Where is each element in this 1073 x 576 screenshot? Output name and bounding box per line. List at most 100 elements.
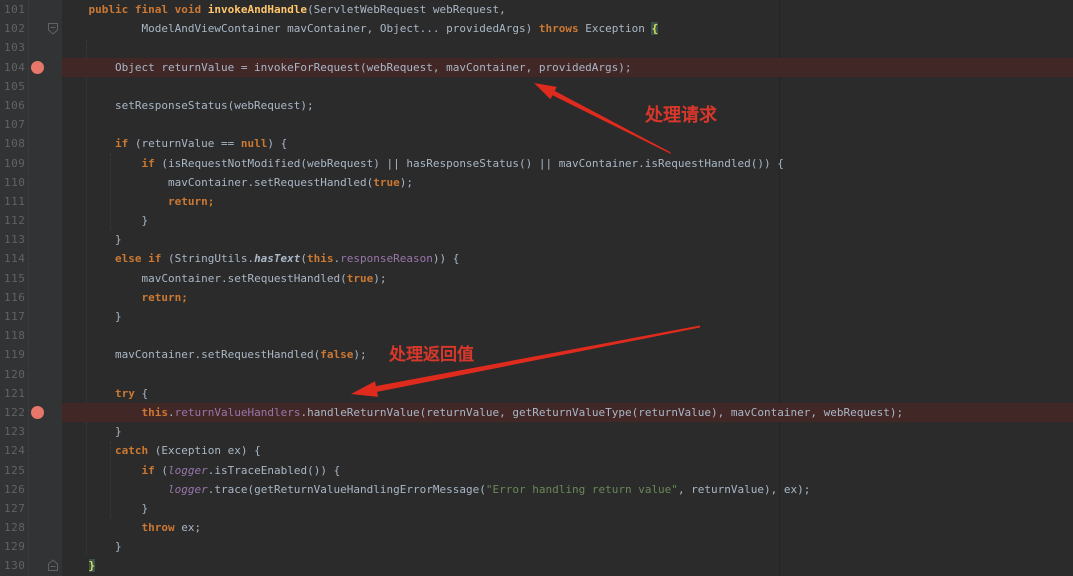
code-line-row: 119 mavContainer.setRequestHandled(false… bbox=[0, 345, 1073, 365]
line-number: 118 bbox=[4, 329, 26, 343]
gutter-cell[interactable]: 116 bbox=[0, 287, 62, 307]
gutter-cell[interactable]: 120 bbox=[0, 364, 62, 384]
code-line[interactable]: mavContainer.setRequestHandled(false); bbox=[62, 345, 1073, 364]
code-line[interactable]: mavContainer.setRequestHandled(true); bbox=[62, 173, 1073, 192]
line-number: 104 bbox=[4, 60, 26, 74]
code-line[interactable]: } bbox=[62, 499, 1073, 518]
code-line[interactable] bbox=[62, 115, 1073, 134]
code-line-row: 101 public final void invokeAndHandle(Se… bbox=[0, 0, 1073, 20]
gutter-cell[interactable]: 101 bbox=[0, 0, 62, 20]
code-line[interactable]: public final void invokeAndHandle(Servle… bbox=[62, 0, 1073, 19]
line-number: 126 bbox=[4, 482, 26, 496]
line-number: 127 bbox=[4, 501, 26, 515]
line-number: 105 bbox=[4, 79, 26, 93]
code-line[interactable]: ModelAndViewContainer mavContainer, Obje… bbox=[62, 19, 1073, 38]
gutter-cell[interactable]: 113 bbox=[0, 230, 62, 250]
code-line-row: 113 } bbox=[0, 230, 1073, 250]
code-line[interactable]: } bbox=[62, 422, 1073, 441]
code-line[interactable] bbox=[62, 365, 1073, 384]
line-number: 108 bbox=[4, 137, 26, 151]
code-line-row: 103 bbox=[0, 38, 1073, 58]
code-line[interactable]: mavContainer.setRequestHandled(true); bbox=[62, 269, 1073, 288]
code-line[interactable]: if (logger.isTraceEnabled()) { bbox=[62, 461, 1073, 480]
gutter-cell[interactable]: 102 bbox=[0, 19, 62, 39]
code-line[interactable]: return; bbox=[62, 288, 1073, 307]
gutter-cell[interactable]: 115 bbox=[0, 268, 62, 288]
line-number: 130 bbox=[4, 559, 26, 573]
gutter-cell[interactable]: 107 bbox=[0, 115, 62, 135]
code-line-row: 127 } bbox=[0, 498, 1073, 519]
line-number: 122 bbox=[4, 405, 26, 419]
gutter-cell[interactable]: 126 bbox=[0, 479, 62, 499]
gutter-cell[interactable]: 124 bbox=[0, 441, 62, 461]
code-line[interactable]: setResponseStatus(webRequest); bbox=[62, 96, 1073, 115]
code-line[interactable]: try { bbox=[62, 384, 1073, 403]
code-line[interactable] bbox=[62, 326, 1073, 345]
line-number: 112 bbox=[4, 214, 26, 228]
gutter-cell[interactable]: 117 bbox=[0, 307, 62, 327]
code-line[interactable]: logger.trace(getReturnValueHandlingError… bbox=[62, 480, 1073, 499]
gutter-cell[interactable]: 125 bbox=[0, 460, 62, 480]
code-line[interactable]: } bbox=[62, 556, 1073, 575]
code-line[interactable]: } bbox=[62, 537, 1073, 556]
fold-marker-icon[interactable] bbox=[47, 559, 59, 572]
gutter-cell[interactable]: 111 bbox=[0, 191, 62, 212]
gutter-cell[interactable]: 129 bbox=[0, 537, 62, 557]
gutter-cell[interactable]: 109 bbox=[0, 153, 62, 173]
breakpoint-icon[interactable] bbox=[31, 406, 44, 420]
code-line[interactable]: if (returnValue == null) { bbox=[62, 134, 1073, 153]
gutter-cell[interactable]: 104 bbox=[0, 57, 62, 77]
line-number: 117 bbox=[4, 310, 26, 323]
code-line[interactable]: } bbox=[62, 211, 1073, 230]
line-number: 111 bbox=[4, 194, 26, 208]
fold-marker-icon[interactable] bbox=[47, 22, 59, 35]
gutter-cell[interactable]: 122 bbox=[0, 402, 62, 423]
gutter-cell[interactable]: 130 bbox=[0, 556, 62, 576]
code-line[interactable] bbox=[62, 38, 1073, 57]
code-line[interactable]: catch (Exception ex) { bbox=[62, 441, 1073, 460]
gutter-cell[interactable]: 127 bbox=[0, 498, 62, 519]
gutter-cell[interactable]: 114 bbox=[0, 249, 62, 269]
code-line-row: 111 return; bbox=[0, 191, 1073, 212]
line-number: 116 bbox=[4, 290, 26, 304]
code-line-row: 125 if (logger.isTraceEnabled()) { bbox=[0, 460, 1073, 480]
line-number: 113 bbox=[4, 233, 26, 247]
gutter-cell[interactable]: 121 bbox=[0, 383, 62, 403]
code-line-row: 123 } bbox=[0, 422, 1073, 442]
gutter-cell[interactable]: 119 bbox=[0, 345, 62, 365]
line-number: 107 bbox=[4, 118, 26, 132]
code-line-row: 102 ModelAndViewContainer mavContainer, … bbox=[0, 19, 1073, 39]
gutter-cell[interactable]: 123 bbox=[0, 422, 62, 442]
code-line-row: 104 Object returnValue = invokeForReques… bbox=[0, 57, 1073, 77]
code-line[interactable]: this.returnValueHandlers.handleReturnVal… bbox=[62, 402, 1073, 423]
line-number: 121 bbox=[4, 386, 26, 400]
line-number: 102 bbox=[4, 22, 26, 36]
line-number: 128 bbox=[4, 521, 26, 535]
line-number: 114 bbox=[4, 252, 26, 266]
gutter-separator bbox=[28, 0, 29, 576]
annotation-text-request: 处理请求 bbox=[645, 105, 717, 126]
gutter-cell[interactable]: 103 bbox=[0, 38, 62, 58]
code-line[interactable]: } bbox=[62, 230, 1073, 249]
gutter-cell[interactable]: 112 bbox=[0, 211, 62, 231]
code-line[interactable]: if (isRequestNotModified(webRequest) || … bbox=[62, 154, 1073, 173]
gutter-cell[interactable]: 108 bbox=[0, 134, 62, 154]
code-line[interactable]: throw ex; bbox=[62, 518, 1073, 537]
code-line[interactable]: Object returnValue = invokeForRequest(we… bbox=[62, 57, 1073, 77]
breakpoint-icon[interactable] bbox=[31, 60, 44, 74]
code-line-row: 121 try { bbox=[0, 383, 1073, 403]
code-line[interactable] bbox=[62, 77, 1073, 96]
gutter-cell[interactable]: 105 bbox=[0, 76, 62, 96]
code-line-row: 124 catch (Exception ex) { bbox=[0, 441, 1073, 461]
line-number: 109 bbox=[4, 156, 26, 170]
code-line[interactable]: else if (StringUtils.hasText(this.respon… bbox=[62, 249, 1073, 268]
code-line[interactable]: return; bbox=[62, 192, 1073, 211]
gutter-cell[interactable]: 128 bbox=[0, 518, 62, 538]
code-line-row: 122 this.returnValueHandlers.handleRetur… bbox=[0, 402, 1073, 423]
gutter-cell[interactable]: 110 bbox=[0, 172, 62, 192]
gutter-cell[interactable]: 118 bbox=[0, 326, 62, 346]
code-line-row: 130 } bbox=[0, 556, 1073, 576]
gutter-cell[interactable]: 106 bbox=[0, 95, 62, 116]
code-line-row: 106 setResponseStatus(webRequest); bbox=[0, 95, 1073, 116]
code-line[interactable]: } bbox=[62, 307, 1073, 326]
